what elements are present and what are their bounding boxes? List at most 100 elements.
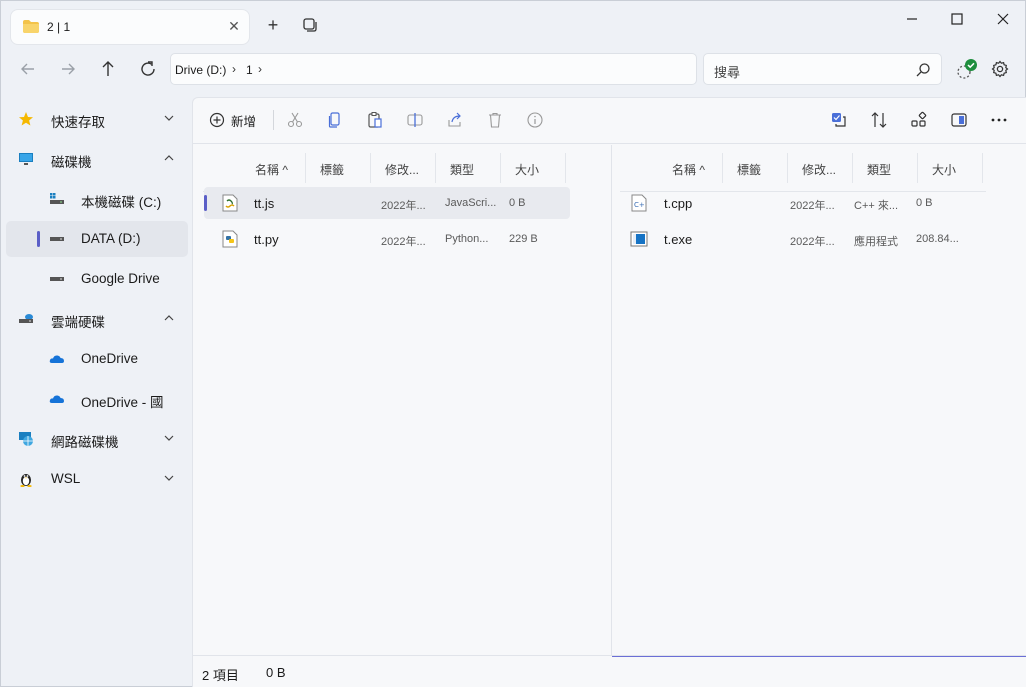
file-name: tt.py <box>254 232 279 247</box>
sort-ascending-icon: ^ <box>282 163 288 177</box>
file-type: JavaScri... <box>445 197 497 209</box>
sidebar-item-wsl[interactable]: WSL <box>6 461 188 497</box>
main-content: 新增 名稱 ^ 標籤 修改... 類型 大小 tt.js 2022年... Ja… <box>192 97 1026 687</box>
file-explorer-window: 2 | 1 ✕ + Drive (D:) › 1 › 搜尋 快速存取 磁碟機 本… <box>0 0 1026 687</box>
info-icon[interactable] <box>526 111 544 129</box>
status-bar: 2 項目 0 B <box>193 655 1026 687</box>
file-row[interactable]: t.exe 2022年... 應用程式 208.84... <box>621 223 987 255</box>
sort-icon[interactable] <box>870 111 888 129</box>
group-icon[interactable] <box>910 111 928 129</box>
new-tab-button[interactable]: + <box>264 16 282 34</box>
tab-title: 2 | 1 <box>47 20 71 34</box>
folder-icon <box>23 20 39 33</box>
delete-icon[interactable] <box>486 111 504 129</box>
column-divider[interactable] <box>787 153 788 183</box>
column-header-tags[interactable]: 標籤 <box>320 161 344 178</box>
windows-drive-icon <box>50 193 64 204</box>
sidebar-item-network-drives[interactable]: 網路磁碟機 <box>6 421 188 457</box>
column-divider[interactable] <box>852 153 853 183</box>
search-icon[interactable] <box>915 62 931 78</box>
file-size: 0 B <box>509 197 526 209</box>
file-pane-left[interactable]: 名稱 ^ 標籤 修改... 類型 大小 tt.js 2022年... JavaS… <box>193 145 611 655</box>
column-divider[interactable] <box>435 153 436 183</box>
column-divider[interactable] <box>982 153 983 183</box>
file-size: 229 B <box>509 233 538 245</box>
gear-icon[interactable] <box>991 60 1009 78</box>
breadcrumb-drive[interactable]: Drive (D:) <box>175 63 226 77</box>
chevron-up-icon[interactable] <box>163 312 175 324</box>
file-pane-right[interactable]: 名稱 ^ 標籤 修改... 類型 大小 C+ t.cpp 2022年... C+… <box>611 145 1026 657</box>
sidebar-item-onedrive-org[interactable]: OneDrive - 國 <box>6 381 188 417</box>
chevron-down-icon[interactable] <box>163 472 175 484</box>
cpp-file-icon: C+ <box>631 194 647 212</box>
file-row[interactable]: C+ t.cpp 2022年... C++ 來... 0 B <box>621 187 987 219</box>
sidebar-item-drives[interactable]: 磁碟機 <box>6 141 188 177</box>
column-header-size[interactable]: 大小 <box>932 161 956 178</box>
column-divider[interactable] <box>370 153 371 183</box>
preview-pane-icon[interactable] <box>950 111 968 129</box>
column-divider[interactable] <box>305 153 306 183</box>
column-header-tags[interactable]: 標籤 <box>737 161 761 178</box>
search-input[interactable]: 搜尋 <box>703 53 942 85</box>
cut-icon[interactable] <box>286 111 304 129</box>
copy-icon[interactable] <box>326 111 344 129</box>
file-modified: 2022年... <box>790 200 835 212</box>
add-circle-icon <box>209 112 225 128</box>
address-bar[interactable]: Drive (D:) › 1 › <box>170 53 697 85</box>
drive-icon <box>50 237 64 241</box>
chevron-up-icon[interactable] <box>163 152 175 164</box>
column-header-type[interactable]: 類型 <box>867 161 891 178</box>
sidebar-item-label: 本機磁碟 (C:) <box>81 195 162 210</box>
onedrive-icon <box>49 395 64 403</box>
column-header-type[interactable]: 類型 <box>450 161 474 178</box>
chevron-down-icon[interactable] <box>163 432 175 444</box>
sidebar-item-label: 雲端硬碟 <box>51 315 105 330</box>
column-headers: 名稱 ^ 標籤 修改... 類型 大小 <box>203 153 611 192</box>
tab-actions-icon[interactable] <box>303 18 317 32</box>
monitor-icon <box>19 153 33 165</box>
column-header-modified[interactable]: 修改... <box>802 161 836 178</box>
sidebar-item-label: 磁碟機 <box>51 155 92 170</box>
tab-current[interactable]: 2 | 1 ✕ <box>11 10 249 44</box>
more-options-icon[interactable] <box>990 111 1008 129</box>
back-icon[interactable] <box>18 59 38 79</box>
sidebar-item-onedrive[interactable]: OneDrive <box>6 341 188 377</box>
up-icon[interactable] <box>98 59 118 79</box>
column-header-modified[interactable]: 修改... <box>385 161 419 178</box>
breadcrumb-chevron-icon[interactable]: › <box>258 62 262 76</box>
sync-status-icon[interactable] <box>955 59 977 81</box>
file-type: 應用程式 <box>854 236 898 248</box>
breadcrumb-folder[interactable]: 1 <box>246 63 253 77</box>
maximize-icon[interactable] <box>949 11 965 27</box>
file-row[interactable]: tt.js 2022年... JavaScri... 0 B <box>204 187 570 219</box>
column-divider[interactable] <box>722 153 723 183</box>
select-mode-icon[interactable] <box>830 111 848 129</box>
column-header-name[interactable]: 名稱 ^ <box>672 161 705 178</box>
minimize-icon[interactable] <box>904 11 920 27</box>
sidebar-item-quick-access[interactable]: 快速存取 <box>6 101 188 137</box>
sidebar-item-google-drive[interactable]: Google Drive <box>6 261 188 297</box>
rename-icon[interactable] <box>406 111 424 129</box>
share-icon[interactable] <box>446 111 464 129</box>
new-button[interactable]: 新增 <box>209 110 256 130</box>
column-header-name[interactable]: 名稱 ^ <box>255 161 288 178</box>
close-tab-icon[interactable]: ✕ <box>227 19 241 33</box>
file-modified: 2022年... <box>381 236 426 248</box>
sidebar-item-drive-d[interactable]: DATA (D:) <box>6 221 188 257</box>
paste-icon[interactable] <box>366 111 384 129</box>
column-divider[interactable] <box>917 153 918 183</box>
sidebar-item-label: 網路磁碟機 <box>51 435 119 450</box>
file-row[interactable]: tt.py 2022年... Python... 229 B <box>204 223 570 255</box>
sidebar-item-drive-c[interactable]: 本機磁碟 (C:) <box>6 181 188 217</box>
column-header-size[interactable]: 大小 <box>515 161 539 178</box>
column-divider[interactable] <box>565 153 566 183</box>
sidebar-item-cloud-drives[interactable]: 雲端硬碟 <box>6 301 188 337</box>
close-window-icon[interactable] <box>995 11 1011 27</box>
refresh-icon[interactable] <box>138 59 158 79</box>
chevron-down-icon[interactable] <box>163 112 175 124</box>
forward-icon[interactable] <box>58 59 78 79</box>
breadcrumb-chevron-icon[interactable]: › <box>232 62 236 76</box>
column-divider[interactable] <box>500 153 501 183</box>
status-item-count: 2 項目 <box>202 668 239 683</box>
status-selection-size: 0 B <box>266 665 286 680</box>
